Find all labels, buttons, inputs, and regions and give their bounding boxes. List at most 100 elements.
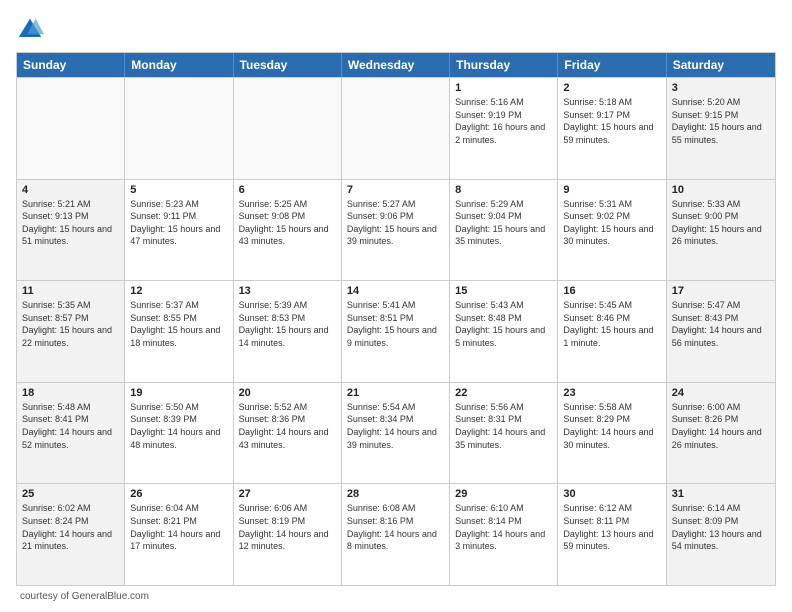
- day-cell-30: 30 Sunrise: 6:12 AM Sunset: 8:11 PM Dayli…: [558, 484, 666, 585]
- day-info: Sunrise: 6:08 AM Sunset: 8:16 PM Dayligh…: [347, 502, 444, 552]
- day-cell-20: 20Sunrise: 5:52 AM Sunset: 8:36 PM Dayli…: [234, 383, 342, 484]
- day-cell-7: 7 Sunrise: 5:27 AM Sunset: 9:06 PM Daylig…: [342, 180, 450, 281]
- day-info: Sunrise: 5:23 AM Sunset: 9:11 PM Dayligh…: [130, 198, 227, 248]
- day-info: Sunrise: 6:06 AM Sunset: 8:19 PM Dayligh…: [239, 502, 336, 552]
- day-cell-2: 2Sunrise: 5:18 AM Sunset: 9:17 PM Daylig…: [558, 78, 666, 179]
- day-info: Sunrise: 5:58 AM Sunset: 8:29 PM Dayligh…: [563, 401, 660, 451]
- day-info: Sunrise: 5:54 AM Sunset: 8:34 PM Dayligh…: [347, 401, 444, 451]
- day-number: 22: [455, 387, 552, 399]
- day-info: Sunrise: 5:20 AM Sunset: 9:15 PM Dayligh…: [672, 96, 770, 146]
- day-cell-29: 29 Sunrise: 6:10 AM Sunset: 8:14 PM Dayli…: [450, 484, 558, 585]
- day-number: 14: [347, 285, 444, 297]
- day-number: 23: [563, 387, 660, 399]
- day-cell-28: 28 Sunrise: 6:08 AM Sunset: 8:16 PM Dayli…: [342, 484, 450, 585]
- day-info: Sunrise: 6:14 AM Sunset: 8:09 PM Dayligh…: [672, 502, 770, 552]
- day-cell-21: 21 Sunrise: 5:54 AM Sunset: 8:34 PM Dayli…: [342, 383, 450, 484]
- header-day-saturday: Saturday: [667, 53, 775, 77]
- page: SundayMondayTuesdayWednesdayThursdayFrid…: [0, 0, 792, 612]
- day-number: 24: [672, 387, 770, 399]
- day-cell-3: 3 Sunrise: 5:20 AM Sunset: 9:15 PM Daylig…: [667, 78, 775, 179]
- day-number: 26: [130, 488, 227, 500]
- day-info: Sunrise: 5:37 AM Sunset: 8:55 PM Dayligh…: [130, 299, 227, 349]
- header-day-wednesday: Wednesday: [342, 53, 450, 77]
- day-cell-16: 16 Sunrise: 5:45 AM Sunset: 8:46 PM Dayli…: [558, 281, 666, 382]
- day-cell-9: 9 Sunrise: 5:31 AM Sunset: 9:02 PM Daylig…: [558, 180, 666, 281]
- empty-cell: [234, 78, 342, 179]
- day-cell-1: 1 Sunrise: 5:16 AM Sunset: 9:19 PM Daylig…: [450, 78, 558, 179]
- day-info: Sunrise: 6:12 AM Sunset: 8:11 PM Dayligh…: [563, 502, 660, 552]
- day-info: Sunrise: 5:56 AM Sunset: 8:31 PM Dayligh…: [455, 401, 552, 451]
- day-number: 10: [672, 184, 770, 196]
- day-info: Sunrise: 5:50 AM Sunset: 8:39 PM Dayligh…: [130, 401, 227, 451]
- logo-icon: [16, 16, 44, 44]
- day-number: 6: [239, 184, 336, 196]
- day-number: 9: [563, 184, 660, 196]
- day-number: 25: [22, 488, 119, 500]
- calendar-row-2: 4Sunrise: 5:21 AM Sunset: 9:13 PM Daylig…: [17, 179, 775, 281]
- header-day-thursday: Thursday: [450, 53, 558, 77]
- day-number: 2: [563, 82, 660, 94]
- day-number: 30: [563, 488, 660, 500]
- day-cell-23: 23 Sunrise: 5:58 AM Sunset: 8:29 PM Dayli…: [558, 383, 666, 484]
- empty-cell: [342, 78, 450, 179]
- day-info: Sunrise: 6:00 AM Sunset: 8:26 PM Dayligh…: [672, 401, 770, 451]
- day-number: 15: [455, 285, 552, 297]
- footer-note: courtesy of GeneralBlue.com: [16, 591, 776, 602]
- day-info: Sunrise: 5:31 AM Sunset: 9:02 PM Dayligh…: [563, 198, 660, 248]
- header-day-tuesday: Tuesday: [234, 53, 342, 77]
- day-number: 13: [239, 285, 336, 297]
- day-number: 31: [672, 488, 770, 500]
- empty-cell: [125, 78, 233, 179]
- calendar: SundayMondayTuesdayWednesdayThursdayFrid…: [16, 52, 776, 586]
- day-cell-12: 12 Sunrise: 5:37 AM Sunset: 8:55 PM Dayli…: [125, 281, 233, 382]
- day-cell-4: 4Sunrise: 5:21 AM Sunset: 9:13 PM Daylig…: [17, 180, 125, 281]
- day-number: 16: [563, 285, 660, 297]
- day-number: 3: [672, 82, 770, 94]
- day-number: 17: [672, 285, 770, 297]
- day-cell-13: 13Sunrise: 5:39 AM Sunset: 8:53 PM Dayli…: [234, 281, 342, 382]
- day-cell-26: 26 Sunrise: 6:04 AM Sunset: 8:21 PM Dayli…: [125, 484, 233, 585]
- day-cell-27: 27 Sunrise: 6:06 AM Sunset: 8:19 PM Dayli…: [234, 484, 342, 585]
- day-number: 21: [347, 387, 444, 399]
- logo: [16, 16, 48, 44]
- day-cell-19: 19Sunrise: 5:50 AM Sunset: 8:39 PM Dayli…: [125, 383, 233, 484]
- day-cell-25: 25 Sunrise: 6:02 AM Sunset: 8:24 PM Dayli…: [17, 484, 125, 585]
- day-info: Sunrise: 5:25 AM Sunset: 9:08 PM Dayligh…: [239, 198, 336, 248]
- day-info: Sunrise: 5:27 AM Sunset: 9:06 PM Dayligh…: [347, 198, 444, 248]
- day-number: 29: [455, 488, 552, 500]
- day-cell-15: 15 Sunrise: 5:43 AM Sunset: 8:48 PM Dayli…: [450, 281, 558, 382]
- calendar-row-5: 25 Sunrise: 6:02 AM Sunset: 8:24 PM Dayli…: [17, 483, 775, 585]
- day-info: Sunrise: 5:29 AM Sunset: 9:04 PM Dayligh…: [455, 198, 552, 248]
- calendar-body: 1 Sunrise: 5:16 AM Sunset: 9:19 PM Daylig…: [17, 77, 775, 585]
- day-number: 1: [455, 82, 552, 94]
- calendar-row-1: 1 Sunrise: 5:16 AM Sunset: 9:19 PM Daylig…: [17, 77, 775, 179]
- day-cell-5: 5 Sunrise: 5:23 AM Sunset: 9:11 PM Daylig…: [125, 180, 233, 281]
- day-number: 27: [239, 488, 336, 500]
- day-cell-11: 11Sunrise: 5:35 AM Sunset: 8:57 PM Dayli…: [17, 281, 125, 382]
- day-info: Sunrise: 6:04 AM Sunset: 8:21 PM Dayligh…: [130, 502, 227, 552]
- day-number: 28: [347, 488, 444, 500]
- day-cell-14: 14Sunrise: 5:41 AM Sunset: 8:51 PM Dayli…: [342, 281, 450, 382]
- day-info: Sunrise: 6:02 AM Sunset: 8:24 PM Dayligh…: [22, 502, 119, 552]
- day-cell-10: 10 Sunrise: 5:33 AM Sunset: 9:00 PM Dayli…: [667, 180, 775, 281]
- day-info: Sunrise: 5:45 AM Sunset: 8:46 PM Dayligh…: [563, 299, 660, 349]
- day-number: 12: [130, 285, 227, 297]
- day-info: Sunrise: 5:43 AM Sunset: 8:48 PM Dayligh…: [455, 299, 552, 349]
- day-info: Sunrise: 5:21 AM Sunset: 9:13 PM Dayligh…: [22, 198, 119, 248]
- header: [16, 16, 776, 44]
- day-info: Sunrise: 5:33 AM Sunset: 9:00 PM Dayligh…: [672, 198, 770, 248]
- day-cell-6: 6 Sunrise: 5:25 AM Sunset: 9:08 PM Daylig…: [234, 180, 342, 281]
- calendar-row-3: 11Sunrise: 5:35 AM Sunset: 8:57 PM Dayli…: [17, 280, 775, 382]
- footer-credit: courtesy of GeneralBlue.com: [20, 591, 149, 602]
- day-info: Sunrise: 5:47 AM Sunset: 8:43 PM Dayligh…: [672, 299, 770, 349]
- day-info: Sunrise: 5:16 AM Sunset: 9:19 PM Dayligh…: [455, 96, 552, 146]
- day-number: 7: [347, 184, 444, 196]
- day-cell-24: 24 Sunrise: 6:00 AM Sunset: 8:26 PM Dayli…: [667, 383, 775, 484]
- day-number: 20: [239, 387, 336, 399]
- header-day-friday: Friday: [558, 53, 666, 77]
- day-number: 11: [22, 285, 119, 297]
- day-number: 8: [455, 184, 552, 196]
- day-info: Sunrise: 6:10 AM Sunset: 8:14 PM Dayligh…: [455, 502, 552, 552]
- day-number: 5: [130, 184, 227, 196]
- calendar-row-4: 18Sunrise: 5:48 AM Sunset: 8:41 PM Dayli…: [17, 382, 775, 484]
